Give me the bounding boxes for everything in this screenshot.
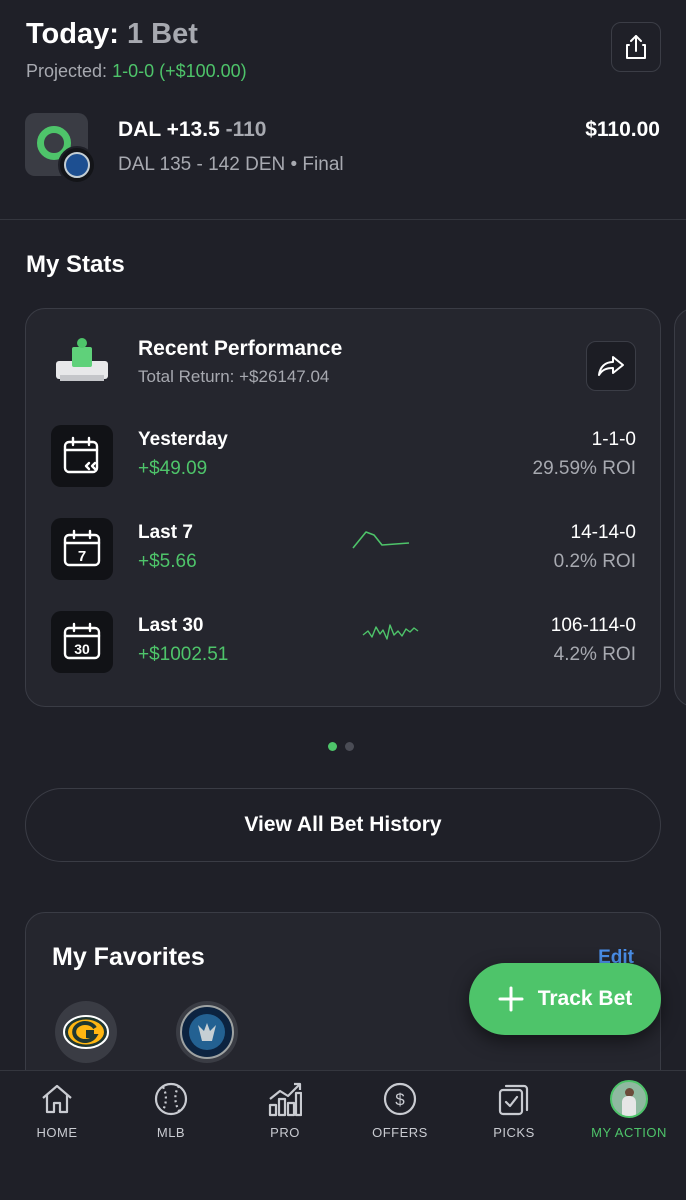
nav-label: OFFERS <box>372 1125 428 1140</box>
timberwolves-logo-icon[interactable] <box>176 1001 238 1063</box>
nav-item-mlb[interactable]: MLB <box>114 1071 228 1161</box>
svg-text:$: $ <box>395 1090 405 1109</box>
share-icon <box>626 35 646 59</box>
title-prefix: Today: <box>26 18 119 50</box>
nav-item-pro[interactable]: PRO <box>228 1071 342 1161</box>
share-performance-button[interactable] <box>586 341 636 391</box>
calendar-rewind-icon <box>51 425 113 487</box>
stat-amount: +$49.09 <box>138 458 208 479</box>
calendar-number: 7 <box>78 548 86 565</box>
today-header: Today: 1 Bet Projected: 1-0-0 (+$100.00)… <box>0 0 686 220</box>
page-title: Today: 1 Bet <box>26 18 198 51</box>
stat-amount: +$5.66 <box>138 551 197 572</box>
baseball-icon <box>154 1082 188 1116</box>
bet-line[interactable]: DAL +13.5 -110 <box>118 118 266 142</box>
bet-game-result: DAL 135 - 142 DEN • Final <box>118 154 344 175</box>
stat-roi: 4.2% ROI <box>553 644 636 665</box>
nav-label: PICKS <box>493 1125 535 1140</box>
projected-summary: Projected: 1-0-0 (+$100.00) <box>26 61 247 82</box>
packers-logo-icon[interactable] <box>55 1001 117 1063</box>
stat-label: Last 7 <box>138 522 193 543</box>
stat-row-last-7[interactable]: 7 Last 7 +$5.66 14-14-0 0.2% ROI <box>26 518 662 582</box>
track-bet-label: Track Bet <box>537 987 633 1010</box>
track-bet-button[interactable]: Track Bet <box>469 963 661 1035</box>
podium-icon <box>56 338 108 381</box>
pager-dot-active[interactable] <box>328 742 337 751</box>
nav-label: MLB <box>156 1125 186 1140</box>
sparkline-last-30 <box>362 624 419 640</box>
nav-item-picks[interactable]: PICKS <box>457 1071 571 1161</box>
calendar-7-icon: 7 <box>51 518 113 580</box>
dollar-circle-icon: $ <box>383 1082 417 1116</box>
nav-label: HOME <box>36 1125 78 1140</box>
chart-bars-icon <box>268 1082 302 1117</box>
favorites-title: My Favorites <box>52 943 205 971</box>
stat-row-last-30[interactable]: 30 Last 30 +$1002.51 106-114-0 4.2% ROI <box>26 611 662 675</box>
next-stats-card[interactable] <box>674 308 686 707</box>
nav-item-home[interactable]: HOME <box>0 1071 114 1161</box>
bottom-nav: HOME MLB PRO $ OFFERS PICKS MY ACTION <box>0 1070 686 1200</box>
pager-dot[interactable] <box>345 742 354 751</box>
total-return: Total Return: +$26147.04 <box>138 367 330 386</box>
bet-odds: -110 <box>225 118 267 141</box>
nav-item-offers[interactable]: $ OFFERS <box>343 1071 457 1161</box>
mavericks-logo-icon <box>58 146 96 184</box>
stat-roi: 29.59% ROI <box>532 458 637 479</box>
stat-roi: 0.2% ROI <box>553 551 636 572</box>
bet-amount: $110.00 <box>585 118 660 141</box>
avatar-icon <box>610 1080 648 1118</box>
bet-count: 1 Bet <box>126 18 198 50</box>
recent-performance-card[interactable]: Recent Performance Total Return: +$26147… <box>25 308 661 707</box>
bet-pick: DAL +13.5 <box>118 118 220 141</box>
nav-item-my-action[interactable]: MY ACTION <box>572 1071 686 1161</box>
home-icon <box>42 1084 72 1114</box>
nav-label: PRO <box>270 1125 300 1140</box>
calendar-number: 30 <box>74 641 90 657</box>
projected-label: Projected: <box>26 61 108 81</box>
nav-label: MY ACTION <box>591 1125 667 1140</box>
picks-check-icon <box>498 1084 529 1116</box>
card-title: Recent Performance <box>138 337 343 360</box>
forward-arrow-icon <box>598 356 624 376</box>
stat-label: Last 30 <box>138 615 204 636</box>
stat-label: Yesterday <box>138 429 228 450</box>
projected-value: 1-0-0 (+$100.00) <box>112 61 247 81</box>
stat-amount: +$1002.51 <box>138 644 229 665</box>
stat-record: 106-114-0 <box>550 615 636 636</box>
my-stats-title: My Stats <box>26 251 125 278</box>
calendar-30-icon: 30 <box>51 611 113 673</box>
stat-record: 14-14-0 <box>570 522 637 543</box>
plus-icon <box>498 986 524 1012</box>
share-button[interactable] <box>611 22 661 72</box>
view-bet-history-button[interactable]: View All Bet History <box>25 788 661 862</box>
sparkline-last-7 <box>352 531 410 549</box>
stat-row-yesterday[interactable]: Yesterday +$49.09 1-1-0 29.59% ROI <box>26 425 662 489</box>
section-divider <box>0 219 686 220</box>
stat-record: 1-1-0 <box>591 429 636 450</box>
carousel-pager <box>328 742 354 751</box>
